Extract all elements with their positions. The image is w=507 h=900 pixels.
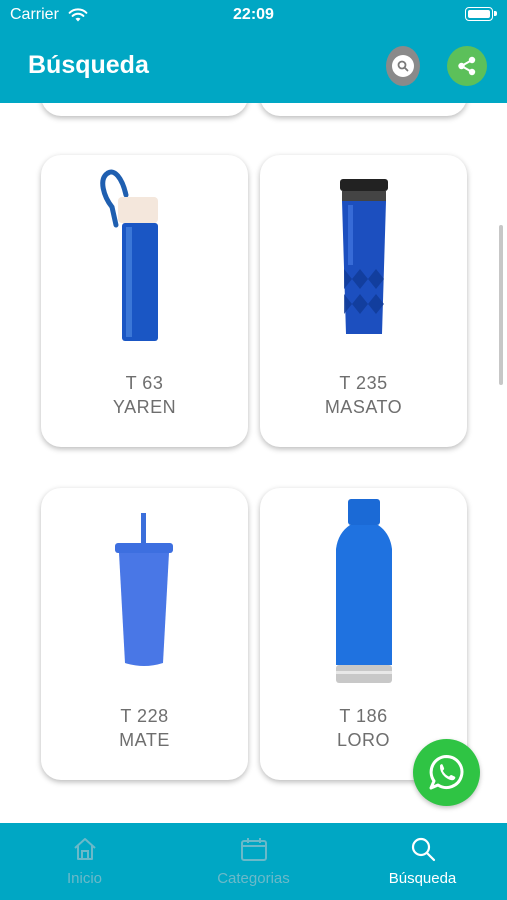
thermo-bottle-icon (336, 499, 392, 683)
whatsapp-icon (429, 755, 464, 790)
product-card[interactable]: T 63 YAREN (41, 155, 248, 447)
tab-busqueda[interactable]: Búsqueda (338, 823, 507, 900)
tab-label: Inicio (66, 870, 103, 887)
share-icon (458, 56, 476, 76)
tab-label: Búsqueda (388, 870, 457, 887)
product-name: YAREN (112, 397, 177, 417)
bottle-icon (100, 169, 158, 341)
product-code: T 186 (339, 706, 388, 726)
calendar-icon (241, 838, 267, 861)
tab-categorias[interactable]: Categorias (169, 823, 338, 900)
tumbler-icon (340, 179, 388, 334)
battery-icon (465, 7, 497, 21)
product-card[interactable]: T 235 MASATO (260, 155, 467, 447)
app-screen: Carrier 22:09 Búsqueda T 63 YAREN T 235 … (0, 0, 507, 900)
product-code: T 63 (125, 373, 164, 393)
product-name: MATE (119, 730, 170, 750)
product-card-partial[interactable] (260, 103, 467, 116)
tab-inicio[interactable]: Inicio (0, 823, 169, 900)
search-icon (397, 60, 409, 72)
product-grid: T 63 YAREN T 235 MASATO T 228 MATE T 186… (0, 103, 507, 823)
status-bar: Carrier 22:09 (0, 0, 507, 32)
status-time: 22:09 (233, 6, 274, 23)
share-button[interactable] (447, 46, 487, 86)
tab-label: Categorias (217, 870, 290, 887)
home-icon (74, 838, 96, 860)
product-code: T 235 (339, 373, 388, 393)
scroll-indicator[interactable] (499, 225, 503, 385)
whatsapp-button[interactable] (413, 739, 480, 806)
page-title: Búsqueda (28, 51, 149, 79)
search-icon (411, 837, 436, 862)
straw-cup-icon (115, 513, 173, 666)
header-search-button[interactable] (386, 46, 420, 86)
app-header: Carrier 22:09 Búsqueda (0, 0, 507, 103)
product-code: T 228 (120, 706, 169, 726)
product-card[interactable]: T 186 LORO (260, 488, 467, 780)
product-card[interactable]: T 228 MATE (41, 488, 248, 780)
product-card-partial[interactable] (41, 103, 248, 116)
product-name: MASATO (324, 397, 403, 417)
bottom-tab-bar: Inicio Categorias Búsqueda (0, 823, 507, 900)
